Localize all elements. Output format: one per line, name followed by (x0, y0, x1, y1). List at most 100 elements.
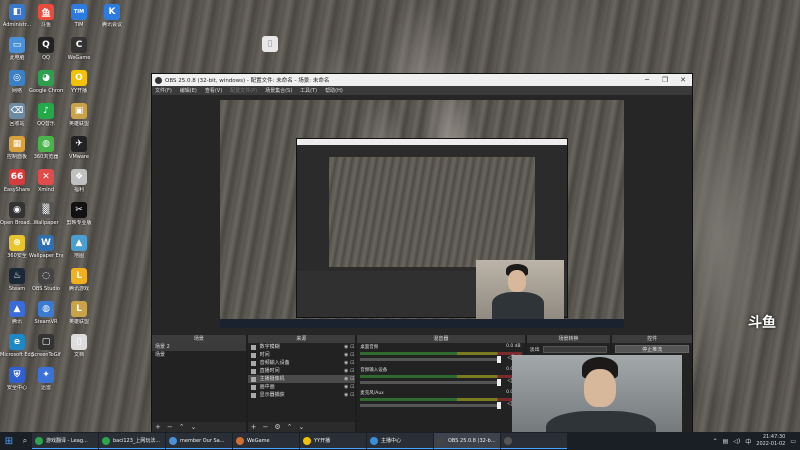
notification-icon[interactable]: ▭ (790, 438, 796, 445)
sources-list[interactable]: 数字模糊 ◉ ⊡ 时间 ◉ ⊡ 音频输入设备 ◉ ⊡ 直播时间 ◉ ⊡ 主播摄像机 ◉ ⊡ 画中画 ◉ ⊡ 显示器捕… (247, 343, 356, 422)
source-item[interactable]: 主播摄像机 ◉ ⊡ (247, 375, 356, 383)
clock-date: 2022-01-02 (756, 441, 786, 447)
desktop-icon[interactable]: ◌ OBS Studio (29, 268, 63, 292)
input-method-icon[interactable]: 中 (745, 437, 751, 446)
desktop-icon[interactable]: Q QQ (29, 37, 63, 61)
move-down-icon[interactable]: ⌄ (299, 423, 305, 431)
taskbar-item[interactable] (501, 433, 567, 449)
source-type-icon (250, 352, 256, 358)
minimize-icon[interactable]: ─ (638, 76, 656, 84)
menu-file[interactable]: 文件(F) (155, 87, 172, 94)
fader-knob[interactable] (497, 379, 502, 386)
app-icon: ▭ (9, 37, 25, 53)
lock-icon[interactable]: ⊡ (349, 367, 355, 375)
desktop-icon[interactable]: ❖ 福利 (62, 169, 96, 193)
taskbar-item-label: 主播中心 (381, 438, 402, 444)
desktop-icon[interactable]: ▯ 文档 (62, 334, 96, 358)
source-item[interactable]: 数字模糊 ◉ ⊡ (248, 343, 356, 351)
lock-icon[interactable]: ⊡ (349, 351, 355, 359)
desktop-icon[interactable]: ✈ VMware (62, 136, 96, 160)
desktop-icon[interactable]: ◕ Google Chrome (29, 70, 63, 94)
windows-start-icon[interactable]: ⊞ (0, 436, 18, 447)
desktop-icon[interactable]: K 腾讯会议 (95, 4, 129, 28)
volume-fader[interactable] (360, 356, 502, 363)
lock-icon[interactable]: ⊡ (349, 383, 355, 391)
restore-icon[interactable]: ❐ (656, 76, 674, 84)
desktop-icon[interactable]: ▢ ScreenToGif (29, 334, 63, 358)
desktop-icon[interactable]: 鱼斗鱼 (29, 4, 63, 28)
menu-edit[interactable]: 编辑(E) (180, 87, 197, 94)
taskbar-item[interactable]: member Our Sa... (166, 433, 232, 449)
desktop-icon[interactable]: ▲ 地图 (62, 235, 96, 259)
scene-item[interactable]: 场景 2 (152, 343, 246, 351)
transition-select[interactable] (542, 346, 608, 353)
desktop-icon[interactable]: ◍ SteamVR (29, 301, 63, 325)
desktop-icon[interactable]: W Wallpaper Engine (29, 235, 63, 259)
taskbar-item[interactable]: YY开播 (300, 433, 366, 449)
desktop-icon-label: SteamVR (34, 319, 58, 325)
taskbar-item[interactable]: 主播中心 (367, 433, 433, 449)
menu-tools[interactable]: 工具(T) (300, 87, 317, 94)
lock-icon[interactable]: ⊡ (349, 359, 355, 367)
add-icon[interactable]: + (155, 423, 161, 431)
network-icon[interactable]: ▤ (723, 438, 729, 445)
volume-fader[interactable] (360, 402, 502, 409)
obs-titlebar[interactable]: OBS 25.0.8 (32-bit, windows) - 配置文件: 未命名… (152, 74, 692, 86)
desktop-icon[interactable]: O YY开播 (62, 70, 96, 94)
lock-icon[interactable]: ⊡ (349, 391, 355, 399)
desktop-icon[interactable]: ✕ Xmind (29, 169, 63, 193)
desktop-icon[interactable]: ✦ 迅雷 (29, 367, 63, 391)
desktop-icon[interactable]: ▣ 英雄联盟 (62, 103, 96, 127)
taskbar-item[interactable]: 游戏翻译 - Leag... (32, 433, 98, 449)
desktop-icon[interactable]: C WeGame (62, 37, 96, 61)
menu-scene-collection[interactable]: 场景集合(S) (265, 87, 292, 94)
menu-help[interactable]: 帮助(H) (325, 87, 343, 94)
chevron-up-icon[interactable]: ⌃ (713, 438, 718, 445)
taskbar-item[interactable]: WeGame (233, 433, 299, 449)
app-icon: ◍ (38, 136, 54, 152)
lock-icon[interactable]: ⊡ (349, 343, 355, 351)
webcam-face (584, 369, 616, 407)
desktop-icon[interactable]: ▒ Wallpaper (29, 202, 63, 226)
menu-view[interactable]: 查看(V) (205, 87, 222, 94)
source-item[interactable]: 显示器捕获 ◉ ⊡ (248, 391, 356, 399)
desktop-icon[interactable]: ✂ 剪映专业版 (62, 202, 96, 226)
app-icon: ◎ (9, 70, 25, 86)
scene-item[interactable]: 场景 (152, 351, 246, 359)
desktop-icon[interactable]: L 英雄联盟 (62, 301, 96, 325)
menu-profile[interactable]: 配置文件(P) (230, 87, 257, 94)
move-down-icon[interactable]: ⌄ (191, 423, 197, 431)
source-item[interactable]: 直播时间 ◉ ⊡ (248, 367, 356, 375)
app-icon: C (71, 37, 87, 53)
fader-knob[interactable] (497, 402, 502, 409)
desktop-icon[interactable]: L 腾讯游戏 (62, 268, 96, 292)
close-icon[interactable]: ✕ (674, 76, 692, 84)
obs-preview[interactable] (152, 95, 692, 335)
desktop-icon[interactable]: ♪ QQ音乐 (29, 103, 63, 127)
preview-canvas[interactable] (220, 100, 624, 328)
volume-fader[interactable] (360, 379, 502, 386)
desktop-file-icon[interactable]: ▯ (253, 36, 287, 52)
taskbar-item[interactable]: baci123_上网玩法... (99, 433, 165, 449)
volume-icon[interactable]: ◁) (733, 438, 740, 445)
clock[interactable]: 21:47:30 2022-01-02 (756, 434, 785, 448)
source-item[interactable]: 画中画 ◉ ⊡ (248, 383, 356, 391)
add-icon[interactable]: + (251, 423, 257, 431)
remove-icon[interactable]: − (167, 423, 173, 431)
remove-icon[interactable]: − (263, 423, 269, 431)
lock-icon[interactable]: ⊡ (349, 375, 355, 383)
fader-knob[interactable] (497, 356, 502, 363)
desktop-icon[interactable]: TIM TIM (62, 4, 96, 28)
desktop-icon[interactable]: ◍ 360浏览器 (29, 136, 63, 160)
search-icon[interactable]: ⌕ (18, 436, 32, 446)
app-icon: ◕ (38, 70, 54, 86)
scenes-list[interactable]: 场景 2 场景 (152, 343, 246, 422)
settings-icon[interactable]: ⚙ (274, 423, 280, 431)
app-icon (35, 436, 43, 445)
source-item[interactable]: 音频输入设备 ◉ ⊡ (248, 359, 356, 367)
stop-streaming-button[interactable]: 停止推流 (615, 345, 689, 353)
move-up-icon[interactable]: ⌃ (287, 423, 293, 431)
move-up-icon[interactable]: ⌃ (179, 423, 185, 431)
source-item[interactable]: 时间 ◉ ⊡ (248, 351, 356, 359)
taskbar-item[interactable]: OBS 25.0.8 (32-b... (434, 433, 500, 449)
